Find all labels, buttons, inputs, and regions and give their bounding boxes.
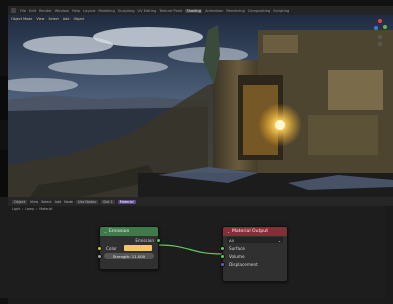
volume-input-socket[interactable] bbox=[220, 253, 225, 259]
color-input-socket[interactable] bbox=[97, 245, 102, 251]
material-output-header[interactable]: ⌄ Material Output bbox=[223, 227, 287, 236]
workspace-tab-layout[interactable]: Layout bbox=[83, 9, 95, 13]
blender-logo-icon[interactable] bbox=[11, 8, 16, 13]
breadcrumb: Light › Lamp › Material bbox=[12, 207, 52, 211]
collapse-caret-icon[interactable]: ⌄ bbox=[227, 230, 230, 234]
navigation-gizmo[interactable] bbox=[372, 19, 388, 49]
add-menu[interactable]: Add bbox=[55, 200, 62, 204]
editor-type-dropdown[interactable]: Object bbox=[12, 199, 28, 204]
pan-icon[interactable] bbox=[378, 42, 382, 46]
breadcrumb-item: Material bbox=[39, 207, 53, 211]
strength-input-row: Strength: 11.000 bbox=[97, 252, 158, 260]
workspace-tab-modeling[interactable]: Modeling bbox=[98, 9, 114, 13]
view-menu[interactable]: View bbox=[30, 200, 38, 204]
gizmo-y-icon[interactable] bbox=[383, 25, 387, 29]
wall-texture bbox=[328, 70, 383, 110]
view-menu[interactable]: View bbox=[35, 17, 46, 21]
workspace-tab-compositing[interactable]: Compositing bbox=[248, 9, 271, 13]
workspace-tab-sculpting[interactable]: Sculpting bbox=[118, 9, 135, 13]
zoom-icon[interactable] bbox=[378, 35, 382, 39]
surface-input-row: Surface bbox=[220, 244, 287, 252]
wall-texture bbox=[263, 35, 298, 53]
menu-file[interactable]: File bbox=[20, 9, 26, 13]
strength-input-socket[interactable] bbox=[97, 253, 102, 259]
select-menu[interactable]: Select bbox=[41, 200, 51, 204]
breadcrumb-item: Lamp bbox=[25, 207, 35, 211]
workspace-tab-animation[interactable]: Animation bbox=[205, 9, 223, 13]
background-panel-left-top bbox=[0, 76, 8, 120]
surface-input-socket[interactable] bbox=[220, 245, 225, 251]
viewport-render bbox=[8, 15, 393, 200]
color-swatch[interactable] bbox=[124, 245, 152, 251]
menu-help[interactable]: Help bbox=[72, 9, 80, 13]
menu-edit[interactable]: Edit bbox=[29, 9, 36, 13]
color-input-row: Color bbox=[97, 244, 158, 252]
emission-output-row: Emission bbox=[100, 236, 161, 244]
volume-label: Volume bbox=[229, 253, 245, 259]
use-nodes-toggle[interactable]: Use Nodes bbox=[76, 199, 99, 204]
emission-node-header[interactable]: ⌄ Emission bbox=[100, 227, 158, 236]
wall-texture bbox=[308, 115, 378, 155]
emission-output-label: Emission bbox=[135, 237, 154, 243]
workspace-tab-uv-editing[interactable]: UV Editing bbox=[138, 9, 157, 13]
volume-input-row: Volume bbox=[220, 252, 287, 260]
chevron-right-icon: › bbox=[36, 207, 38, 211]
slot-dropdown[interactable]: Slot 1 bbox=[101, 199, 115, 204]
chevron-right-icon: › bbox=[21, 207, 24, 211]
material-output-node[interactable]: ⌄ Material Output All ⌄ Surface Volume D… bbox=[220, 226, 288, 282]
displacement-input-row: Displacement bbox=[220, 260, 287, 268]
3d-viewport[interactable]: Object Mode View Select Add Object bbox=[8, 15, 393, 200]
workspace-tab-shading[interactable]: Shading bbox=[185, 8, 203, 13]
emission-output-socket[interactable] bbox=[156, 237, 161, 243]
material-selector[interactable]: Material bbox=[117, 199, 136, 204]
cloud bbox=[48, 59, 168, 75]
surface-label: Surface bbox=[229, 245, 245, 251]
displacement-input-socket[interactable] bbox=[220, 261, 225, 267]
emission-node-title: Emission bbox=[108, 229, 130, 234]
shader-editor-canvas[interactable] bbox=[0, 197, 385, 298]
workspace-tab-rendering[interactable]: Rendering bbox=[226, 9, 244, 13]
top-menu-bar: File Edit Render Window Help Layout Mode… bbox=[8, 6, 393, 15]
strength-field[interactable]: Strength: 11.000 bbox=[104, 253, 154, 259]
shader-editor-header: Object View Select Add Node Use Nodes Sl… bbox=[8, 197, 393, 206]
viewport-header: Object Mode View Select Add Object bbox=[10, 17, 86, 21]
menu-window[interactable]: Window bbox=[55, 9, 69, 13]
gizmo-x-icon[interactable] bbox=[378, 19, 382, 23]
target-value: All bbox=[229, 237, 234, 243]
gizmo-z-icon[interactable] bbox=[374, 26, 378, 30]
object-menu[interactable]: Object bbox=[72, 17, 86, 21]
mode-dropdown[interactable]: Object Mode bbox=[10, 17, 34, 21]
breadcrumb-item: Light bbox=[12, 207, 20, 211]
menu-render[interactable]: Render bbox=[39, 9, 52, 13]
node-menu[interactable]: Node bbox=[64, 200, 73, 204]
workspace-tab-texture-paint[interactable]: Texture Paint bbox=[159, 9, 182, 13]
select-menu[interactable]: Select bbox=[47, 17, 60, 21]
color-label: Color bbox=[106, 245, 117, 251]
target-dropdown[interactable]: All ⌄ bbox=[227, 237, 283, 243]
chevron-down-icon: ⌄ bbox=[277, 237, 281, 243]
cloud bbox=[93, 27, 203, 47]
workspace-tab-scripting[interactable]: Scripting bbox=[273, 9, 289, 13]
background-panel-left-bottom bbox=[0, 150, 8, 200]
add-menu[interactable]: Add bbox=[61, 17, 71, 21]
displacement-label: Displacement bbox=[229, 261, 258, 267]
emission-node[interactable]: ⌄ Emission Emission Color Strength: 11.0… bbox=[97, 226, 161, 270]
material-output-title: Material Output bbox=[231, 229, 269, 234]
point-light bbox=[275, 120, 285, 130]
collapse-caret-icon[interactable]: ⌄ bbox=[104, 230, 107, 234]
